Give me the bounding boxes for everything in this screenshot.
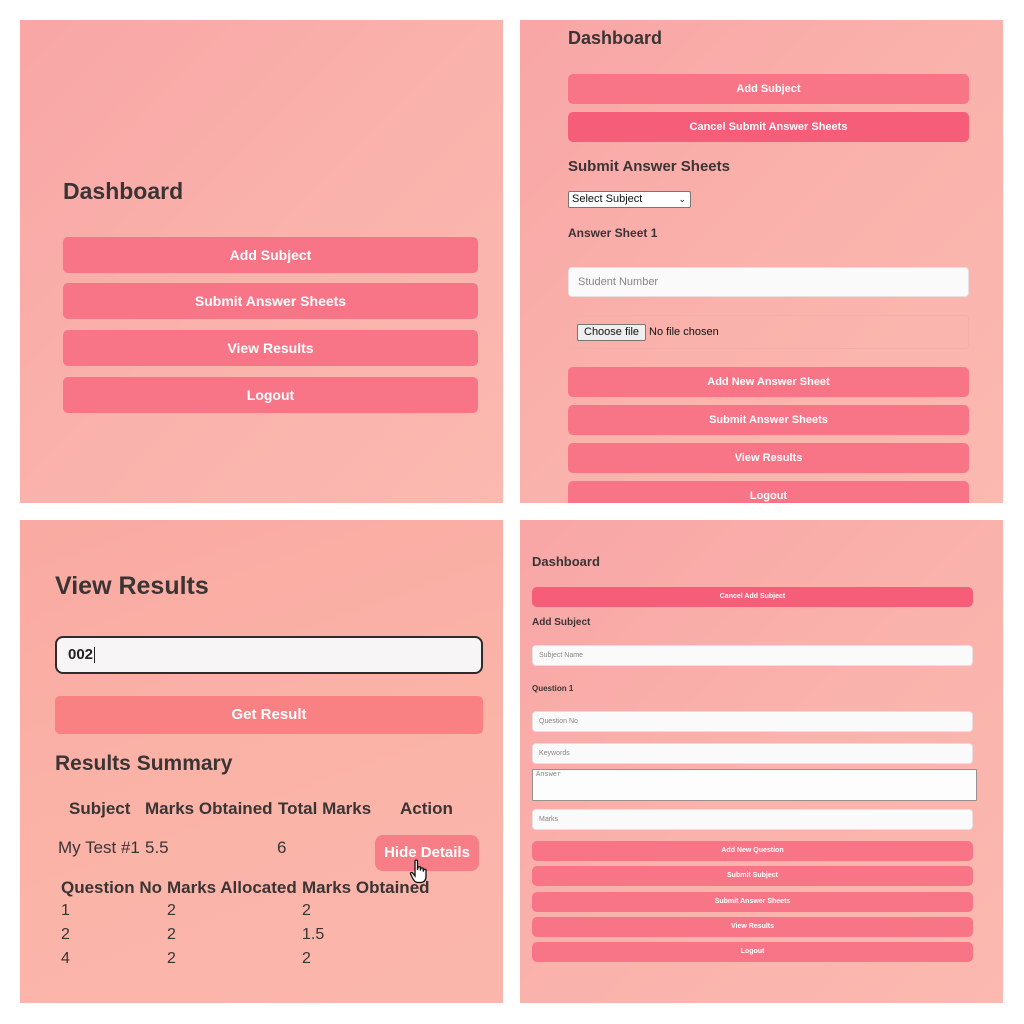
- add-subject-panel: Dashboard Cancel Add Subject Add Subject…: [520, 520, 1003, 1003]
- view-results-panel: View Results 002 Get Result Results Summ…: [20, 520, 503, 1003]
- section-title: Add Subject: [532, 617, 591, 628]
- cancel-add-subject-button[interactable]: Cancel Add Subject: [532, 587, 973, 607]
- chevron-down-icon: ⌄: [678, 194, 686, 204]
- submit-answer-sheets-button[interactable]: Submit Answer Sheets: [532, 892, 973, 912]
- get-result-button[interactable]: Get Result: [55, 696, 483, 734]
- summary-marks-obtained-cell: 5.5: [145, 838, 169, 857]
- dashboard-panel: Dashboard Add Subject Submit Answer Shee…: [20, 20, 503, 503]
- page-title: View Results: [55, 572, 209, 600]
- add-subject-button[interactable]: Add Subject: [568, 74, 969, 104]
- detail-marks-obtained-cell: 1.5: [302, 926, 325, 943]
- section-title: Submit Answer Sheets: [568, 158, 730, 175]
- add-new-question-button[interactable]: Add New Question: [532, 841, 973, 861]
- file-input[interactable]: Choose file No file chosen: [568, 315, 969, 349]
- marks-input[interactable]: Marks: [532, 809, 973, 830]
- page-title: Dashboard: [63, 178, 184, 204]
- logout-button[interactable]: Logout: [568, 481, 969, 503]
- submit-answer-sheets-button[interactable]: Submit Answer Sheets: [568, 405, 969, 435]
- subject-name-input[interactable]: Subject Name: [532, 645, 973, 666]
- results-summary-title: Results Summary: [55, 752, 233, 775]
- cancel-submit-answer-sheets-button[interactable]: Cancel Submit Answer Sheets: [568, 112, 969, 142]
- student-number-input[interactable]: Student Number: [568, 267, 969, 297]
- add-new-answer-sheet-button[interactable]: Add New Answer Sheet: [568, 367, 969, 397]
- detail-marks-allocated-cell: 2: [167, 950, 176, 967]
- view-results-button[interactable]: View Results: [63, 330, 478, 366]
- logout-button[interactable]: Logout: [532, 942, 973, 962]
- submit-answer-sheets-button[interactable]: Submit Answer Sheets: [63, 283, 478, 319]
- logout-button[interactable]: Logout: [63, 377, 478, 413]
- subject-select-value: Select Subject: [572, 193, 643, 205]
- detail-marks-allocated-cell: 2: [167, 902, 176, 919]
- column-header-question-no: Question No: [61, 878, 163, 897]
- column-header-action: Action: [400, 799, 453, 818]
- choose-file-button[interactable]: Choose file: [577, 324, 647, 341]
- file-status-text: No file chosen: [649, 326, 719, 338]
- text-cursor: [94, 647, 96, 664]
- subject-select[interactable]: Select Subject ⌄: [568, 191, 691, 208]
- summary-total-marks-cell: 6: [277, 838, 287, 857]
- answer-sheet-label: Answer Sheet 1: [568, 226, 658, 240]
- page-title: Dashboard: [568, 28, 663, 48]
- submit-subject-button[interactable]: Submit Subject: [532, 866, 973, 886]
- result-search-input[interactable]: 002: [55, 636, 483, 674]
- result-search-value: 002: [68, 646, 94, 663]
- submit-answer-sheets-panel: Dashboard Add Subject Cancel Submit Answ…: [520, 20, 1003, 503]
- detail-question-no-cell: 4: [61, 950, 70, 967]
- summary-subject-cell: My Test #1: [58, 838, 140, 857]
- question-label: Question 1: [532, 684, 574, 693]
- column-header-detail-marks-obtained: Marks Obtained: [302, 878, 430, 897]
- detail-question-no-cell: 2: [61, 926, 70, 943]
- question-no-input[interactable]: Question No: [532, 711, 973, 732]
- keywords-input[interactable]: Keywords: [532, 743, 973, 764]
- page-title: Dashboard: [532, 554, 600, 569]
- add-subject-button[interactable]: Add Subject: [63, 237, 478, 273]
- column-header-subject: Subject: [69, 799, 131, 818]
- detail-question-no-cell: 1: [61, 902, 70, 919]
- detail-marks-obtained-cell: 2: [302, 950, 311, 967]
- column-header-total-marks: Total Marks: [278, 799, 372, 818]
- column-header-marks-obtained: Marks Obtained: [145, 799, 273, 818]
- detail-marks-obtained-cell: 2: [302, 902, 311, 919]
- view-results-button[interactable]: View Results: [568, 443, 969, 473]
- detail-marks-allocated-cell: 2: [167, 926, 176, 943]
- column-header-marks-allocated: Marks Allocated: [167, 878, 297, 897]
- answer-textarea[interactable]: Answer: [532, 769, 977, 801]
- view-results-button[interactable]: View Results: [532, 917, 973, 937]
